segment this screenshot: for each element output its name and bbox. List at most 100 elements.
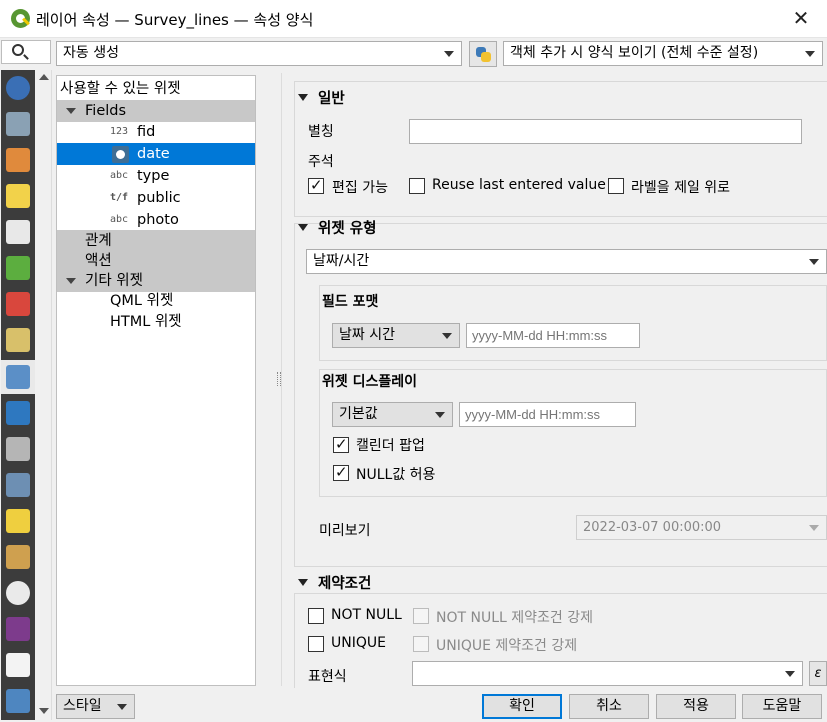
display-format-input[interactable] xyxy=(459,402,636,427)
apply-button[interactable]: 적용 xyxy=(656,694,736,719)
diagrams-icon[interactable] xyxy=(6,292,30,316)
widget-type-dropdown[interactable]: 날짜/시간 xyxy=(306,249,827,274)
field-format-title: 필드 포맷 xyxy=(322,294,379,310)
alias-input[interactable] xyxy=(409,119,802,144)
label-on-top-checkbox[interactable] xyxy=(608,178,624,194)
chevron-down-icon xyxy=(442,333,452,339)
expression-label: 표현식 xyxy=(308,669,347,685)
metadata-icon[interactable] xyxy=(6,653,30,677)
form-suppress-dropdown[interactable]: 객체 추가 시 양식 보이기 (전체 수준 설정) xyxy=(503,41,823,66)
chevron-down-icon xyxy=(435,412,445,418)
window-title: 레이어 속성 — Survey_lines — 속성 양식 xyxy=(36,11,314,29)
symbology-icon[interactable] xyxy=(6,148,30,172)
close-icon[interactable]: ✕ xyxy=(789,6,813,30)
not-null-label: NOT NULL xyxy=(331,607,402,623)
collapse-icon xyxy=(298,579,308,586)
search-icon xyxy=(12,44,24,56)
attributes-form-icon[interactable] xyxy=(6,365,30,389)
widget-display-title: 위젯 디스플레이 xyxy=(322,374,418,390)
constraints-header[interactable]: 제약조건 xyxy=(298,572,371,593)
tree-field-item[interactable]: abc photo xyxy=(57,209,255,231)
auxiliary-storage-icon[interactable] xyxy=(6,437,30,461)
chevron-down-icon xyxy=(809,525,819,531)
reuse-last-checkbox[interactable] xyxy=(409,178,425,194)
enforce-not-null-checkbox xyxy=(413,608,429,624)
expression-builder-button[interactable]: ε xyxy=(809,661,827,686)
chevron-down-icon xyxy=(785,671,795,677)
expand-icon[interactable] xyxy=(66,108,76,114)
expression-input[interactable] xyxy=(412,661,803,686)
ok-button[interactable]: 확인 xyxy=(482,694,562,719)
allow-null-label: NULL값 허용 xyxy=(356,467,436,483)
style-dropdown[interactable]: 스타일 xyxy=(56,694,135,719)
allow-null-checkbox[interactable] xyxy=(333,463,349,481)
comment-label: 주석 xyxy=(308,154,334,170)
alias-label: 별칭 xyxy=(308,124,334,140)
joins-icon[interactable] xyxy=(6,401,30,425)
tree-group-actions[interactable]: 액션 xyxy=(57,250,255,272)
scroll-up-icon[interactable] xyxy=(39,74,49,80)
enforce-not-null-label: NOT NULL 제약조건 강제 xyxy=(436,610,593,626)
variables-icon[interactable] xyxy=(6,617,30,641)
sidebar-scrollbar[interactable] xyxy=(35,70,52,720)
available-widgets-tree[interactable]: 사용할 수 있는 위젯 Fields 123 fid date abc type… xyxy=(56,75,256,686)
field-format-dropdown[interactable]: 날짜 시간 xyxy=(332,323,460,348)
enforce-unique-checkbox xyxy=(413,636,429,652)
calendar-popup-checkbox[interactable] xyxy=(333,435,349,453)
scroll-down-icon[interactable] xyxy=(39,708,49,714)
cancel-button[interactable]: 취소 xyxy=(569,694,649,719)
general-header[interactable]: 일반 xyxy=(298,87,345,108)
reuse-last-label: Reuse last entered value xyxy=(432,177,606,193)
integer-type-icon: 123 xyxy=(110,126,129,137)
preview-label: 미리보기 xyxy=(319,523,371,539)
tree-field-item[interactable]: 123 fid xyxy=(57,121,255,143)
label-on-top-label: 라벨을 제일 위로 xyxy=(631,180,731,196)
chevron-down-icon xyxy=(805,51,815,57)
information-icon[interactable] xyxy=(6,76,30,100)
rendering-icon[interactable] xyxy=(6,545,30,569)
text-type-icon: abc xyxy=(110,170,129,181)
expand-icon[interactable] xyxy=(66,278,76,284)
actions-icon[interactable] xyxy=(6,473,30,497)
field-config-panel: 일반 별칭 주석 편집 가능 Reuse last entered value … xyxy=(281,73,827,688)
search-input[interactable] xyxy=(1,40,51,64)
temporal-icon[interactable] xyxy=(6,581,30,605)
labels-icon[interactable] xyxy=(6,184,30,208)
not-null-checkbox[interactable] xyxy=(308,608,324,624)
fields-icon[interactable] xyxy=(6,328,30,352)
tree-widget-item[interactable]: HTML 위젯 xyxy=(57,311,255,333)
tree-group-fields[interactable]: Fields xyxy=(57,100,255,122)
calendar-popup-label: 캘린더 팝업 xyxy=(356,438,425,454)
chevron-down-icon xyxy=(809,259,819,265)
display-icon[interactable] xyxy=(6,509,30,533)
editable-checkbox[interactable] xyxy=(308,176,324,194)
unique-checkbox[interactable] xyxy=(308,636,324,652)
layout-mode-value: 자동 생성 xyxy=(63,45,119,61)
field-format-input[interactable] xyxy=(466,323,640,348)
tree-field-item[interactable]: t/f public xyxy=(57,187,255,209)
source-icon[interactable] xyxy=(6,112,30,136)
preview-datetime: 2022-03-07 00:00:00 xyxy=(576,515,827,540)
python-init-button[interactable] xyxy=(469,41,497,67)
3d-view-icon[interactable] xyxy=(6,256,30,280)
tree-widget-item[interactable]: QML 위젯 xyxy=(57,290,255,312)
tree-field-item[interactable]: date xyxy=(57,143,255,165)
clock-icon xyxy=(112,146,129,163)
editable-label: 편집 가능 xyxy=(332,180,388,196)
form-suppress-value: 객체 추가 시 양식 보이기 (전체 수준 설정) xyxy=(510,45,759,61)
tree-group-relations[interactable]: 관계 xyxy=(57,230,255,252)
chevron-down-icon xyxy=(444,51,454,57)
help-button[interactable]: 도움말 xyxy=(742,694,822,719)
collapse-icon xyxy=(298,224,308,231)
qgis-logo-icon xyxy=(11,9,30,28)
text-type-icon: abc xyxy=(110,214,129,225)
collapse-icon xyxy=(298,94,308,101)
display-format-dropdown[interactable]: 기본값 xyxy=(332,402,453,427)
widget-type-header[interactable]: 위젯 유형 xyxy=(298,217,376,238)
masks-icon[interactable] xyxy=(6,220,30,244)
tree-field-item[interactable]: abc type xyxy=(57,165,255,187)
chevron-down-icon xyxy=(117,704,127,710)
layout-mode-dropdown[interactable]: 자동 생성 xyxy=(56,41,462,66)
dependencies-icon[interactable] xyxy=(6,689,30,713)
tree-group-other-widgets[interactable]: 기타 위젯 xyxy=(57,270,255,292)
